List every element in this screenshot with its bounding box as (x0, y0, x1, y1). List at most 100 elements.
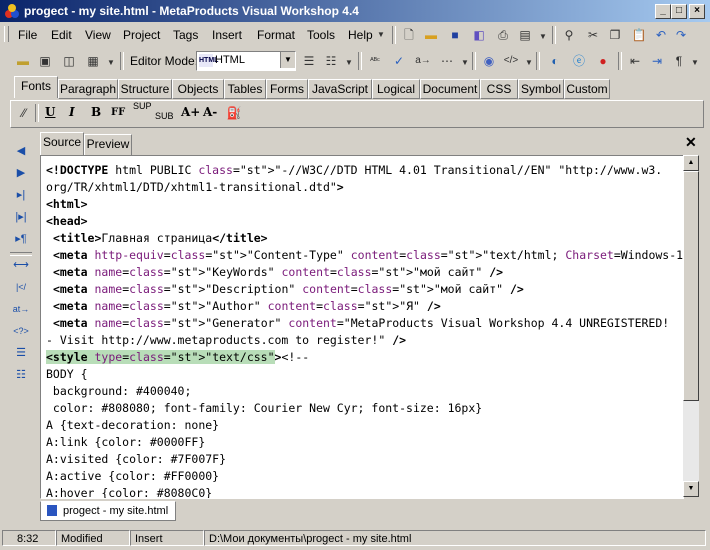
tab-logical[interactable]: Logical (372, 79, 420, 99)
tab-source[interactable]: Source (40, 132, 84, 155)
file-tab[interactable]: progect - my site.html (40, 501, 176, 521)
tab-javascript[interactable]: JavaScript (308, 79, 372, 99)
replace-icon[interactable]: a→ (414, 52, 432, 70)
close-window-button[interactable]: × (689, 4, 705, 19)
attribute-icon[interactable]: at→ (12, 300, 30, 318)
preview-icon[interactable]: ◐ (546, 52, 564, 70)
bookmark-nav-icon[interactable]: |▸| (12, 208, 30, 226)
italic-button[interactable]: I (69, 105, 75, 119)
spellcheck-icon[interactable]: ᴬᴮᶜ (366, 52, 384, 70)
scroll-thumb[interactable] (683, 171, 699, 401)
font-bigger-button[interactable]: A+ (181, 105, 200, 119)
title-bar: progect - my site.html - MetaProducts Vi… (0, 0, 710, 22)
menu-edit[interactable]: Edit (51, 28, 72, 42)
tag-icon[interactable]: </> (502, 52, 520, 70)
project-save-icon[interactable]: ◫ (60, 52, 78, 70)
menu-tools[interactable]: Tools (307, 28, 335, 42)
menu-insert[interactable]: Insert (212, 28, 242, 42)
indent-right-icon[interactable]: ☷ (12, 366, 30, 384)
swap-icon[interactable]: ⟷ (12, 256, 30, 274)
close-tag-icon[interactable]: |</ (12, 278, 30, 296)
paragraph-dropdown-icon[interactable]: ▼ (686, 54, 704, 72)
toolbar-separator (358, 52, 362, 70)
font-smaller-button[interactable]: A- (203, 105, 217, 119)
fixed-font-button[interactable]: FF (111, 107, 125, 118)
code-line: <head> (46, 214, 88, 228)
save-icon[interactable]: ■ (446, 26, 464, 44)
code-editor[interactable]: <!DOCTYPE html PUBLIC class="st">"-//W3C… (40, 155, 684, 499)
code-content: <!DOCTYPE html PUBLIC class="st">"-//W3C… (46, 162, 683, 498)
globe-icon[interactable]: ◉ (480, 52, 498, 70)
undo-icon[interactable]: ↶ (652, 26, 670, 44)
bookmark-icon[interactable]: ▸| (12, 186, 30, 204)
tab-document[interactable]: Document (420, 79, 480, 99)
bookmark-next-icon[interactable]: ⇥ (648, 52, 666, 70)
project-open-icon[interactable]: ▣ (36, 52, 54, 70)
menu-tags[interactable]: Tags (173, 28, 198, 42)
pilcrow-icon[interactable]: ▸¶ (12, 230, 30, 248)
opera-icon[interactable]: ● (594, 52, 612, 70)
color-fill-icon[interactable]: ⛽ (225, 104, 243, 122)
code-line: A:visited {color: #7F007F} (46, 452, 227, 466)
tab-tables[interactable]: Tables (224, 79, 266, 99)
cursor-position: 8:32 (2, 530, 56, 546)
print-preview-icon[interactable]: ▤ (516, 26, 534, 44)
redo-icon[interactable]: ↷ (672, 26, 690, 44)
menu-format[interactable]: Format (257, 28, 295, 42)
minimize-button[interactable]: _ (655, 4, 671, 19)
paste-icon[interactable]: 📋 (630, 26, 648, 44)
validate-icon[interactable]: ✓ (390, 52, 408, 70)
tab-symbol[interactable]: Symbol (518, 79, 564, 99)
code-icon[interactable]: ⋯ (438, 52, 456, 70)
file-tab-label: progect - my site.html (63, 505, 169, 517)
scroll-down-icon[interactable]: ▼ (683, 481, 699, 497)
project-close-icon[interactable]: ▦ (84, 52, 102, 70)
bookmark-prev-icon[interactable]: ⇤ (626, 52, 644, 70)
tab-forms[interactable]: Forms (266, 79, 308, 99)
toolbar-dropdown-icon[interactable]: ▼ (534, 28, 552, 46)
back-icon[interactable]: ◀ (12, 142, 30, 160)
project-dropdown-icon[interactable]: ▼ (102, 54, 120, 72)
open-project-icon[interactable]: ▬ (14, 52, 32, 70)
menu-file[interactable]: File (18, 28, 37, 42)
vertical-scrollbar[interactable]: ▲ ▼ (683, 155, 699, 497)
maximize-button[interactable]: □ (671, 4, 687, 19)
forward-icon[interactable]: ▶ (12, 164, 30, 182)
code-line: <style type=class="st">"text/css"><!-- (46, 350, 310, 364)
tab-preview[interactable]: Preview (84, 134, 132, 156)
scroll-up-icon[interactable]: ▲ (683, 155, 699, 171)
format-toolbar: ⁄⁄ U I B FF SUP SUB A+ A- ⛽ (10, 100, 704, 128)
tag-brackets-icon[interactable]: <?> (12, 322, 30, 340)
tab-structure[interactable]: Structure (118, 79, 172, 99)
print-icon[interactable]: ⎙ (494, 26, 512, 44)
tab-custom[interactable]: Custom (564, 79, 610, 99)
new-file-icon[interactable]: 🗋 (400, 26, 418, 44)
menu-help-arrow-icon[interactable]: ▼ (372, 26, 390, 44)
save-all-icon[interactable]: ◧ (470, 26, 488, 44)
editor-mode-select[interactable]: HTML HTML ▼ (196, 51, 296, 71)
tab-fonts[interactable]: Fonts (14, 76, 58, 98)
menu-project[interactable]: Project (123, 28, 160, 42)
open-folder-icon[interactable]: ▬ (422, 26, 440, 44)
indent-icon[interactable]: ☰ (300, 52, 318, 70)
subscript-button[interactable]: SUB (155, 111, 174, 121)
bold-button[interactable]: B (91, 105, 101, 119)
menu-view[interactable]: View (85, 28, 111, 42)
indent-left-icon[interactable]: ☰ (12, 344, 30, 362)
copy-icon[interactable]: ❐ (606, 26, 624, 44)
underline-button[interactable]: U (45, 105, 55, 119)
close-icon[interactable]: ✕ (685, 134, 697, 151)
outdent-icon[interactable]: ☷ (322, 52, 340, 70)
chevron-down-icon[interactable]: ▼ (280, 52, 295, 68)
find-icon[interactable]: ⚲ (560, 26, 578, 44)
font-style-icon[interactable]: ⁄⁄ (15, 104, 33, 122)
tab-css[interactable]: CSS (480, 79, 518, 99)
tab-paragraph[interactable]: Paragraph (58, 79, 118, 99)
superscript-button[interactable]: SUP (133, 101, 152, 111)
tab-objects[interactable]: Objects (172, 79, 224, 99)
indent-dropdown-icon[interactable]: ▼ (340, 54, 358, 72)
cut-icon[interactable]: ✂ (584, 26, 602, 44)
menu-help[interactable]: Help (348, 28, 373, 42)
file-tabs: progect - my site.html (40, 501, 700, 521)
internet-explorer-icon[interactable]: ⓔ (570, 52, 588, 70)
